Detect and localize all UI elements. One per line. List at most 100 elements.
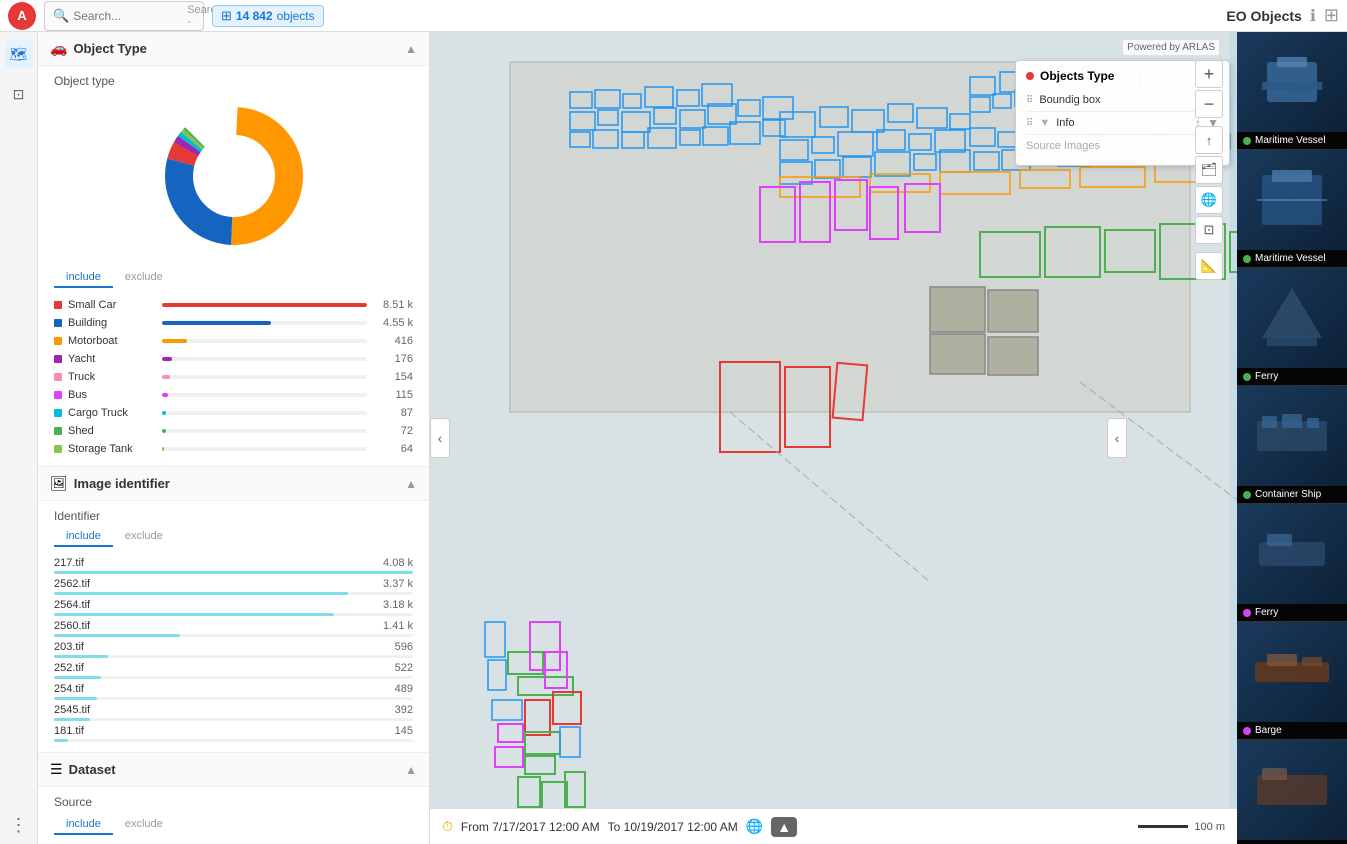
logo[interactable]: A — [8, 2, 36, 30]
list-item[interactable]: 254.tif 489 — [54, 681, 413, 702]
measure-btn[interactable]: 📐 — [1195, 252, 1223, 280]
id-include-tab[interactable]: include — [54, 527, 113, 547]
dataset-section-header[interactable]: ☰ Dataset ▲ — [38, 752, 429, 787]
filter-tabs: include exclude — [54, 268, 413, 288]
include-tab[interactable]: include — [54, 268, 113, 288]
objects-type-dot — [1026, 72, 1034, 80]
info-icon[interactable]: ℹ — [1310, 6, 1316, 26]
id-bar-container — [54, 592, 413, 595]
list-item[interactable]: 217.tif 4.08 k — [54, 555, 413, 576]
object-type-list: Small Car 8.51 k Building 4.55 k Motorbo… — [54, 296, 413, 458]
info-row[interactable]: ⠿ ▼ Info ↕ ▼ — [1026, 112, 1219, 135]
image-identifier-section-header[interactable]: 🖼 Image identifier ▲ — [38, 466, 429, 501]
bounding-box-row[interactable]: ⠿ Boundig box ↕ ▼ — [1026, 89, 1219, 112]
thumb-item[interactable]: Maritime Vessel — [1237, 32, 1347, 150]
zoom-extent-btn[interactable]: ⊡ — [1195, 216, 1223, 244]
list-item[interactable]: 2560.tif 1.41 k — [54, 618, 413, 639]
list-item[interactable]: Small Car 8.51 k — [54, 296, 413, 314]
thumb-dot — [1243, 137, 1251, 145]
obj-bar-container — [162, 339, 367, 343]
list-item[interactable]: Shed 72 — [54, 422, 413, 440]
list-item[interactable]: 203.tif 596 — [54, 639, 413, 660]
info-filter-icon: ▼ — [1039, 117, 1050, 129]
image-identifier-title: Image identifier — [74, 476, 405, 491]
obj-name: Building — [68, 317, 156, 329]
map-container[interactable]: Objects Type ⠿ Boundig box ↕ ▼ ⠿ ▼ Info … — [430, 32, 1237, 844]
scale-bar: 100 m — [1138, 821, 1225, 833]
nav-map-icon[interactable]: 🗺 — [5, 40, 33, 68]
id-bar-container — [54, 634, 413, 637]
list-item[interactable]: Yacht 176 — [54, 350, 413, 368]
time-from: From 7/17/2017 12:00 AM — [461, 820, 600, 834]
identifier-label: Identifier — [54, 509, 413, 523]
thumb-item[interactable]: Ferry — [1237, 504, 1347, 622]
nav-layers-icon[interactable]: ⊡ — [5, 80, 33, 108]
search-bar[interactable]: 🔍 Search - — [44, 1, 204, 31]
identifier-list: 217.tif 4.08 k 2562.tif 3.37 k 2564.tif … — [54, 555, 413, 744]
zoom-out-btn[interactable]: − — [1195, 90, 1223, 118]
list-item[interactable]: Motorboat 416 — [54, 332, 413, 350]
obj-color-swatch — [54, 337, 62, 345]
time-globe-icon[interactable]: 🌐 — [746, 818, 763, 835]
zoom-in-btn[interactable]: + — [1195, 60, 1223, 88]
list-item[interactable]: Bus 115 — [54, 386, 413, 404]
obj-name: Motorboat — [68, 335, 156, 347]
dataset-icon: ☰ — [50, 761, 63, 778]
thumb-dot — [1243, 609, 1251, 617]
ds-exclude-tab[interactable]: exclude — [113, 815, 175, 835]
id-name: 181.tif — [54, 725, 357, 737]
ds-include-tab[interactable]: include — [54, 815, 113, 835]
id-row: 203.tif 596 — [54, 641, 413, 653]
obj-bar — [162, 411, 166, 415]
thumb-item[interactable]: Barge — [1237, 740, 1347, 844]
obj-bar — [162, 393, 168, 397]
more-icon[interactable]: ⋮ — [10, 815, 28, 836]
grid-icon[interactable]: ⊞ — [1324, 5, 1339, 26]
list-item[interactable]: 2562.tif 3.37 k — [54, 576, 413, 597]
object-type-section-header[interactable]: 🚗 Object Type ▲ — [38, 32, 429, 66]
collapse-left-arrow[interactable]: ‹ — [430, 418, 450, 458]
id-bar-container — [54, 571, 413, 574]
thumb-img — [1237, 386, 1347, 486]
list-item[interactable]: 252.tif 522 — [54, 660, 413, 681]
thumb-item[interactable]: Barge — [1237, 622, 1347, 740]
obj-bar-container — [162, 321, 367, 325]
list-item[interactable]: Building 4.55 k — [54, 314, 413, 332]
thumb-label: Maritime Vessel — [1237, 250, 1347, 267]
obj-bar-container — [162, 357, 367, 361]
time-up-btn[interactable]: ▲ — [771, 817, 797, 837]
thumb-item[interactable]: Maritime Vessel — [1237, 150, 1347, 268]
list-item[interactable]: 2564.tif 3.18 k — [54, 597, 413, 618]
list-item[interactable]: 2545.tif 392 — [54, 702, 413, 723]
thumb-label: Maritime Vessel — [1237, 132, 1347, 149]
globe-btn[interactable]: 🌐 — [1195, 186, 1223, 214]
thumb-item[interactable]: Container Ship — [1237, 386, 1347, 504]
list-item[interactable]: 181.tif 145 — [54, 723, 413, 744]
id-row: 2545.tif 392 — [54, 704, 413, 716]
id-name: 2564.tif — [54, 599, 357, 611]
thumb-item[interactable]: Ferry — [1237, 268, 1347, 386]
id-count: 596 — [363, 641, 413, 653]
obj-count: 176 — [373, 353, 413, 365]
id-exclude-tab[interactable]: exclude — [113, 527, 175, 547]
thumb-img — [1237, 504, 1347, 604]
compass-btn[interactable]: ↑ — [1195, 126, 1223, 154]
image-identifier-chevron: ▲ — [405, 477, 417, 491]
obj-count: 115 — [373, 389, 413, 401]
id-name: 2560.tif — [54, 620, 357, 632]
id-bar — [54, 613, 334, 616]
layers-map-btn[interactable]: 🗂 — [1195, 156, 1223, 184]
objects-badge[interactable]: ⊞ 14 842 objects — [212, 5, 324, 27]
list-item[interactable]: Cargo Truck 87 — [54, 404, 413, 422]
source-images-row[interactable]: Source Images → — [1026, 135, 1219, 157]
search-input[interactable] — [73, 9, 183, 23]
id-bar — [54, 571, 413, 574]
id-count: 489 — [363, 683, 413, 695]
thumb-dot — [1243, 727, 1251, 735]
list-item[interactable]: Storage Tank 64 — [54, 440, 413, 458]
exclude-tab[interactable]: exclude — [113, 268, 175, 288]
list-item[interactable]: Truck 154 — [54, 368, 413, 386]
collapse-right-arrow[interactable]: ‹ — [1107, 418, 1127, 458]
id-count: 522 — [363, 662, 413, 674]
info-label: Info — [1056, 117, 1189, 129]
